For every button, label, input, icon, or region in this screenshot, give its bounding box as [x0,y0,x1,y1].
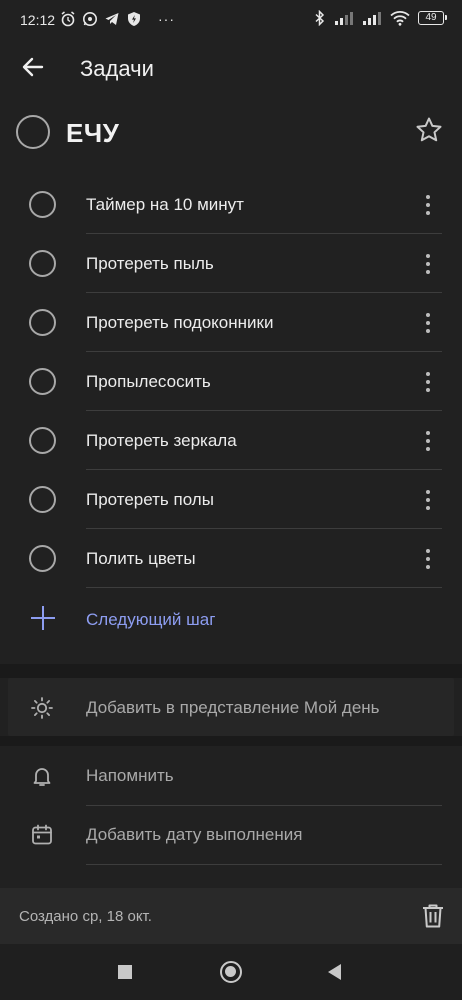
step-checkbox[interactable] [29,427,56,454]
step-more-icon[interactable] [416,368,440,396]
signal-2-icon [363,12,381,25]
bell-icon [33,768,51,786]
step-item[interactable]: Протереть пыль [0,234,462,293]
repeat-icon [30,878,50,888]
recent-apps-button[interactable] [118,965,132,979]
step-label[interactable]: Протереть пыль [86,254,214,274]
step-item[interactable]: Протереть подоконники [0,293,462,352]
step-item[interactable]: Таймер на 10 минут [0,175,462,234]
section-divider [0,736,462,746]
task-complete-checkbox[interactable] [16,115,50,149]
divider [86,587,442,588]
step-more-icon[interactable] [416,486,440,514]
system-back-button[interactable] [328,964,341,980]
telegram-icon [105,13,119,25]
star-outline-icon [416,117,442,142]
calendar-icon [32,824,52,845]
more-notifications-icon: ··· [158,11,175,27]
step-more-icon[interactable] [416,250,440,278]
home-button[interactable] [220,961,242,983]
step-label[interactable]: Полить цветы [86,549,196,569]
system-navigation-bar [0,944,462,1000]
alarm-icon [61,11,75,27]
signal-icon [335,12,353,25]
step-more-icon[interactable] [416,309,440,337]
trash-icon[interactable] [420,902,446,930]
add-due-date-button[interactable]: Добавить дату выполнения [0,805,462,865]
status-notification-icons: ··· [60,11,175,27]
wifi-icon [390,11,410,26]
status-bar: 12:12 ··· 49 [0,0,462,40]
step-more-icon[interactable] [416,545,440,573]
add-next-step-button[interactable]: Следующий шаг [0,589,462,649]
step-more-icon[interactable] [416,191,440,219]
step-more-icon[interactable] [416,427,440,455]
step-item[interactable]: Протереть зеркала [0,411,462,470]
step-checkbox[interactable] [29,250,56,277]
step-label[interactable]: Протереть полы [86,490,214,510]
add-due-date-label[interactable]: Добавить дату выполнения [86,825,302,845]
status-time: 12:12 [20,12,56,28]
step-label[interactable]: Протереть подоконники [86,313,273,333]
step-checkbox[interactable] [29,486,56,513]
battery-icon: 49 [418,11,447,25]
step-checkbox[interactable] [29,309,56,336]
step-item[interactable]: Пропылесосить [0,352,462,411]
step-item[interactable]: Протереть полы [0,470,462,529]
importance-button[interactable] [412,113,446,147]
page-title: Задачи [80,56,154,81]
add-to-my-day-label[interactable]: Добавить в представление Мой день [86,698,380,718]
created-date: Создано ср, 18 окт. [19,908,152,925]
step-checkbox[interactable] [29,368,56,395]
plus-icon [31,606,55,630]
step-label[interactable]: Таймер на 10 минут [86,195,244,215]
add-to-my-day-button[interactable]: Добавить в представление Мой день [0,678,462,738]
task-footer: Создано ср, 18 окт. [0,888,462,944]
back-button[interactable] [16,52,50,82]
next-step-label[interactable]: Следующий шаг [86,610,215,630]
arrow-left-icon [22,57,44,77]
step-label[interactable]: Протереть зеркала [86,431,237,451]
step-checkbox[interactable] [29,545,56,572]
shield-bolt-icon [128,12,140,26]
task-title[interactable]: ЕЧУ [66,118,119,149]
steps-list: Таймер на 10 минут Протереть пыль Протер… [0,175,462,588]
step-item[interactable]: Полить цветы [0,529,462,588]
step-checkbox[interactable] [29,191,56,218]
whatsapp-icon [83,12,97,26]
divider [86,864,442,865]
section-divider [0,664,462,678]
step-label[interactable]: Пропылесосить [86,372,211,392]
sun-icon [31,697,53,719]
remind-button[interactable]: Напомнить [0,746,462,806]
bluetooth-icon [315,10,325,26]
remind-label[interactable]: Напомнить [86,766,174,786]
status-system-icons: 49 [314,10,447,26]
